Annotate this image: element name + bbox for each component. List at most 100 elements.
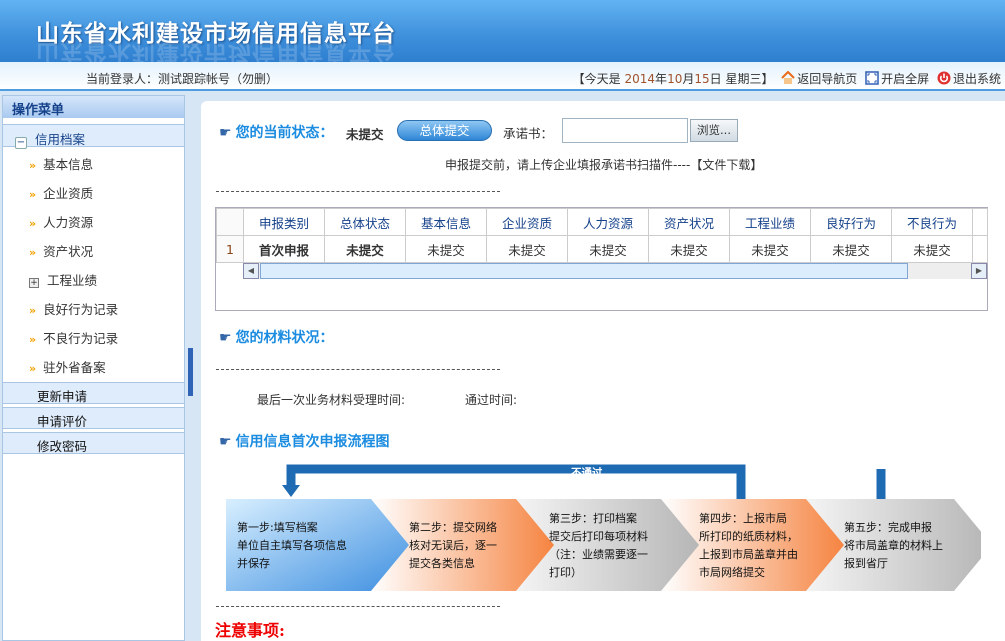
sidebar-item-label: 资产状况 <box>43 244 94 259</box>
sidebar-item[interactable]: » 企业资质 <box>3 176 184 205</box>
column-header[interactable]: 基本信息 <box>405 208 487 236</box>
table-cell: 未提交 <box>810 235 892 263</box>
promise-label: 承诺书： <box>503 126 554 141</box>
column-header[interactable]: 企业资质 <box>486 208 568 236</box>
status-title: ☛ 您的当前状态： <box>219 125 334 141</box>
sidebar-item-label: 人力资源 <box>43 215 94 230</box>
flow-step-text: 第三步：打印档案 <box>549 511 637 525</box>
table-cell: 未提交 <box>567 235 649 263</box>
divider <box>216 606 500 607</box>
reject-arrow: 不通过 <box>282 464 886 501</box>
column-header[interactable]: 良好行为 <box>810 208 892 236</box>
flow-diagram: 不通过 第一步:填写档案单位自主填写各项信息并保存 第二步：提交网络核对无误后，逐… <box>226 464 981 591</box>
scroll-thumb[interactable] <box>260 263 908 279</box>
column-header[interactable]: 工程业绩 <box>729 208 811 236</box>
sidebar-splitter-handle[interactable] <box>188 348 193 396</box>
arrow-icon: » <box>29 217 37 230</box>
flow-step-text: 核对无误后，逐一 <box>409 538 497 552</box>
sidebar-group-credit-archive[interactable]: − 信用档案 <box>3 124 184 149</box>
top-bar: 当前登录人：测试跟踪帐号（勿删） 【今天是 2014年10月15日 星期三】 返… <box>0 62 1005 91</box>
sidebar-title: 操作菜单 <box>3 96 184 118</box>
sidebar-item-label: 企业资质 <box>43 186 94 201</box>
current-user: 当前登录人：测试跟踪帐号（勿删） <box>86 70 278 87</box>
table-cell: 未提交 <box>486 235 568 263</box>
column-header[interactable]: 总体状态 <box>324 208 406 236</box>
column-header[interactable]: 不良行为 <box>891 208 973 236</box>
expand-icon: + <box>29 278 39 288</box>
column-header[interactable]: 人力资源 <box>567 208 649 236</box>
sidebar-item[interactable]: » 不良行为记录 <box>3 321 184 350</box>
column-header[interactable]: 申报类别 <box>243 208 325 236</box>
logout-link[interactable]: 退出系统 <box>937 71 1001 86</box>
table-cell: 未提交 <box>891 235 973 263</box>
app-title-reflection: 山东省水利建设市场信用信息平台 <box>36 38 396 64</box>
flow-step-text: 提交各类信息 <box>409 556 475 570</box>
table-cell: 未提交 <box>729 235 811 263</box>
sidebar-item-label: 驻外省备案 <box>43 360 106 375</box>
power-icon <box>937 71 951 85</box>
divider <box>216 191 500 192</box>
collapse-icon[interactable]: − <box>15 137 27 149</box>
sidebar-item[interactable]: » 人力资源 <box>3 205 184 234</box>
column-header[interactable]: 资产状况 <box>648 208 730 236</box>
last-accept-time: 最后一次业务材料受理时间: <box>257 393 406 407</box>
scroll-left-icon[interactable]: ◀ <box>243 263 259 279</box>
arrow-icon: » <box>29 246 37 259</box>
user-name: 测试跟踪帐号（勿删） <box>158 72 279 86</box>
user-label: 当前登录人： <box>86 72 159 86</box>
sidebar-link-password[interactable]: 修改密码 <box>3 432 184 454</box>
upload-hint: 申报提交前，请上传企业填报承诺书扫描件----【文件下载】 <box>445 158 763 172</box>
table-row[interactable]: 1 首次申报 未提交 未提交 未提交 未提交 未提交 未提交 未提交 未提交 <box>216 235 988 263</box>
status-value: 未提交 <box>346 127 384 142</box>
row-number: 1 <box>216 235 244 263</box>
table-cell: 未提交 <box>405 235 487 263</box>
flow-step-text: 提交后打印每项材料 <box>549 529 648 543</box>
browse-button[interactable]: 浏览... <box>690 119 738 142</box>
promise-file-input[interactable] <box>562 118 688 143</box>
pass-time: 通过时间: <box>465 393 518 407</box>
arrow-icon: » <box>29 188 37 201</box>
sidebar-item[interactable]: » 基本信息 <box>3 147 184 176</box>
table-cell: 首次申报 <box>243 235 325 263</box>
horizontal-scrollbar[interactable]: ◀ ▶ <box>243 263 987 279</box>
flow-step-text: 第五步：完成申报 <box>844 520 932 534</box>
scroll-right-icon[interactable]: ▶ <box>971 263 987 279</box>
flow-step-text: 上报到市局盖章并由 <box>699 547 798 561</box>
sidebar-item[interactable]: » 资产状况 <box>3 234 184 263</box>
table-cell: 未提交 <box>324 235 406 263</box>
row-number-header <box>216 208 244 236</box>
arrow-icon: » <box>29 333 37 346</box>
flow-step-text: 所打印的纸质材料， <box>699 529 798 543</box>
status-grid: 申报类别 总体状态 基本信息 企业资质 人力资源 资产状况 工程业绩 良好行为 不良行为 1 首次申… <box>215 207 988 311</box>
flow-step-text: 报到省厅 <box>844 556 888 570</box>
sidebar-link-update[interactable]: 更新申请 <box>3 382 184 404</box>
flow-step-text: 并保存 <box>237 556 270 570</box>
sidebar-item[interactable]: » 良好行为记录 <box>3 292 184 321</box>
reject-label: 不通过 <box>571 466 603 479</box>
header-banner: 山东省水利建设市场信用信息平台 山东省水利建设市场信用信息平台 <box>0 0 1005 64</box>
hand-icon: ☛ <box>219 330 232 346</box>
sidebar-item-label: 良好行为记录 <box>43 302 119 317</box>
sidebar-item[interactable]: » 驻外省备案 <box>3 350 184 379</box>
materials-title: ☛ 您的材料状况： <box>219 330 334 346</box>
sidebar: 操作菜单 − 信用档案 » 基本信息 » 企业资质 » 人力资源 » 资产状况 + 工程业绩 » 良好行… <box>2 95 185 641</box>
fullscreen-link[interactable]: 开启全屏 <box>865 71 929 86</box>
arrow-icon: » <box>29 304 37 317</box>
flow-step-text: （注：业绩需要逐一 <box>549 547 648 561</box>
sidebar-link-evaluation[interactable]: 申请评价 <box>3 407 184 429</box>
flow-step-text: 将市局盖章的材料上 <box>844 538 943 552</box>
sidebar-item-label: 工程业绩 <box>47 273 98 288</box>
overall-submit-button[interactable]: 总体提交 <box>397 120 492 141</box>
today-date: 【今天是 2014年10月15日 星期三】 <box>572 72 774 86</box>
sidebar-item-label: 不良行为记录 <box>43 331 119 346</box>
table-cell-spacer <box>972 235 988 263</box>
sidebar-item[interactable]: + 工程业绩 <box>3 263 184 292</box>
notice-title: 注意事项: <box>215 621 285 640</box>
home-link[interactable]: 返回导航页 <box>781 71 857 86</box>
flow-step-text: 第二步：提交网络 <box>409 520 497 534</box>
main-panel: ☛ 您的当前状态： 未提交 总体提交 承诺书： 浏览... 申报提交前，请上传企业… <box>201 101 1005 641</box>
flow-step-text: 第四步：上报市局 <box>699 511 787 525</box>
flow-step-text: 单位自主填写各项信息 <box>237 538 347 552</box>
table-cell: 未提交 <box>648 235 730 263</box>
hand-icon: ☛ <box>219 125 232 141</box>
